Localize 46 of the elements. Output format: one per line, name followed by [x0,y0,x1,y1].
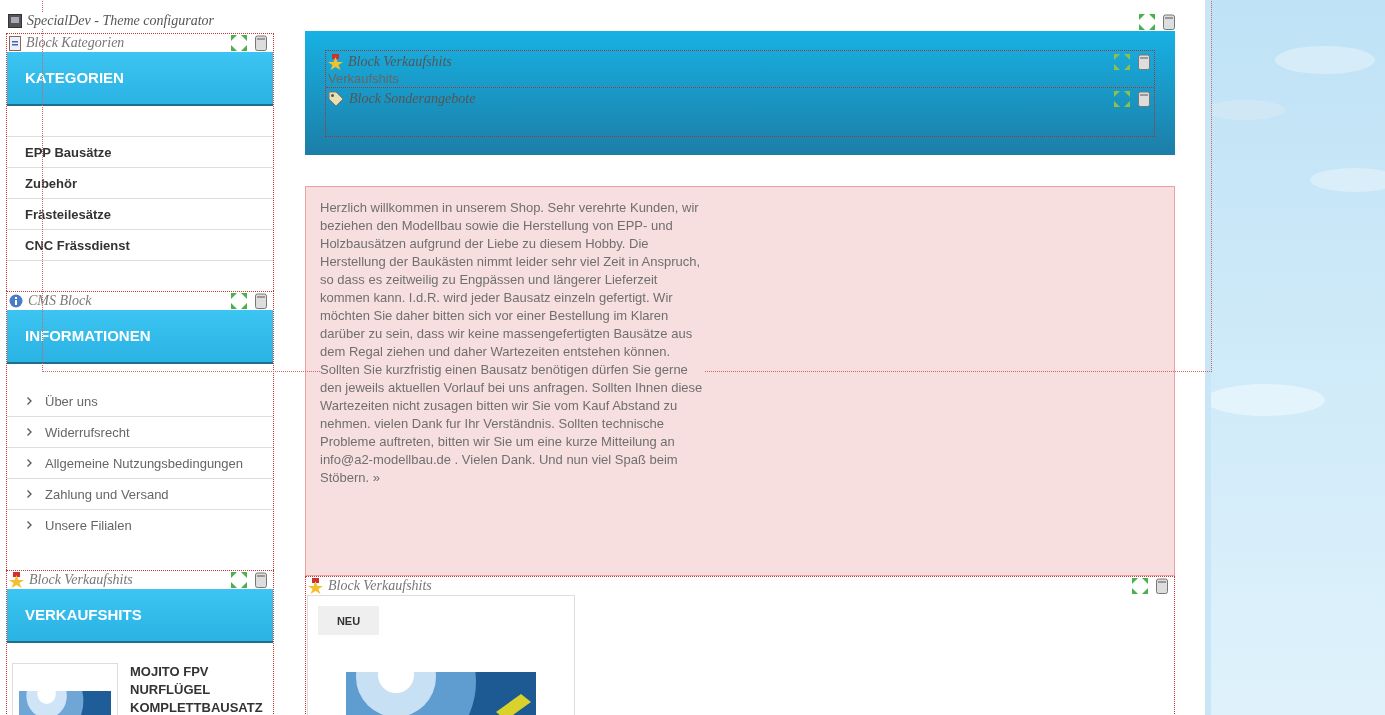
product-card[interactable]: NEU [307,595,575,715]
chevron-icon [27,490,32,498]
category-link[interactable]: EPP Bausätze [25,144,112,160]
star-icon [328,53,343,70]
configurator-label: SpecialDev - Theme configurator [27,13,214,29]
info-link[interactable]: Über uns [45,393,98,409]
window-icon [8,14,22,28]
block-heading: VERKAUFSHITS [7,589,273,643]
trash-icon[interactable] [255,572,267,588]
trash-icon[interactable] [255,35,267,51]
document-icon [9,35,21,51]
trash-icon[interactable] [1138,90,1150,107]
trash-icon[interactable] [1163,14,1175,30]
block-content: Verkaufshits [328,71,400,87]
expand-icon[interactable] [231,572,247,588]
trash-icon[interactable] [255,293,267,309]
info-icon [9,294,23,308]
block-label: Block Verkaufshits [348,53,452,70]
block-heading: INFORMATIONEN [7,310,273,364]
category-link[interactable]: CNC Frässdienst [25,237,130,253]
chevron-icon [27,428,32,436]
product-title[interactable]: MOJITO FPV NURFLÜGEL KOMPLETTBAUSATZ [130,663,270,715]
block-heading: KATEGORIEN [7,52,273,106]
trash-icon[interactable] [1156,578,1168,594]
expand-icon[interactable] [231,35,247,51]
category-link[interactable]: Zubehör [25,175,77,191]
category-link[interactable]: Frästeilesätze [25,206,111,222]
block-label: Block Sonderangebote [349,90,476,107]
block-label: CMS Block [28,293,92,309]
new-badge: NEU [318,606,379,635]
chevron-icon [27,521,32,529]
info-link[interactable]: Zahlung und Versand [45,486,169,502]
block-label: Block Verkaufshits [328,578,432,594]
expand-icon[interactable] [1139,14,1155,30]
trash-icon[interactable] [1138,53,1150,70]
info-link[interactable]: Unsere Filialen [45,517,132,533]
block-label: Block Verkaufshits [29,572,133,588]
expand-icon[interactable] [231,293,247,309]
expand-icon[interactable] [1114,90,1130,107]
expand-icon[interactable] [1132,578,1148,594]
chevron-icon [27,397,32,405]
info-link[interactable]: Allgemeine Nutzungsbedingungen [45,455,244,471]
tag-icon [328,90,344,107]
block-label: Block Kategorien [26,35,125,51]
chevron-icon [27,459,32,467]
info-link[interactable]: Widerrufsrecht [45,424,130,440]
